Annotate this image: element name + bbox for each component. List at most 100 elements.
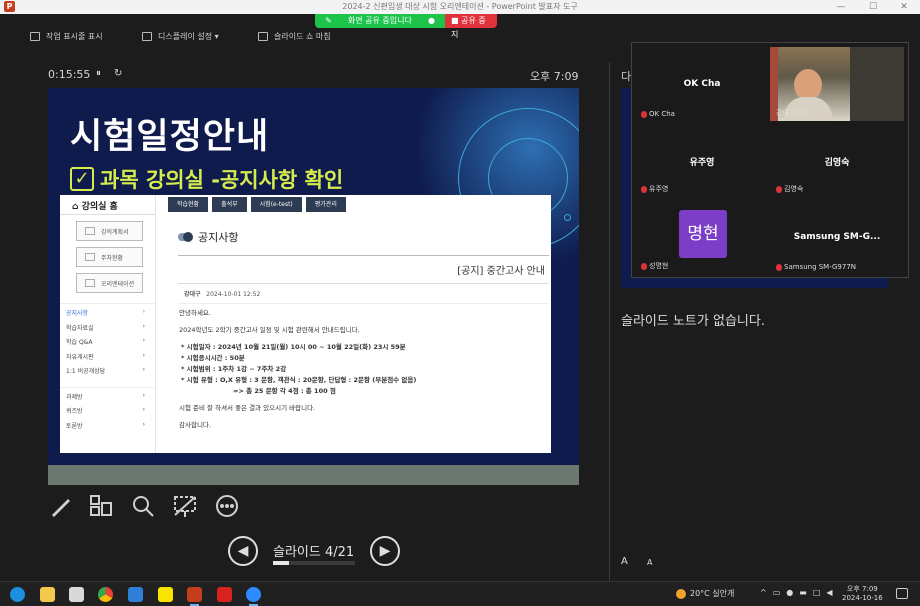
lms-menu-item: 자유게시판 › [60, 348, 155, 363]
participant-tile-video[interactable]: 강대구교수 [770, 47, 904, 121]
mic-icon[interactable]: ● [786, 588, 793, 597]
muted-mic-icon [776, 185, 782, 193]
screen-share-banner: ✎ 화면 공유 중입니다 ● ■ 공유 중지 [315, 14, 497, 39]
participant-tile[interactable]: 김영숙 김영숙 [770, 123, 904, 197]
participant-label-text: 강대구교수 [776, 109, 809, 117]
volume-icon[interactable]: ◀ [826, 588, 832, 597]
participant-tile[interactable]: 명현 성명현 [635, 200, 769, 274]
end-show-icon [258, 31, 268, 41]
lms-post-body: 안녕하세요. 2024학년도 2학기 중간고사 일정 및 시험 관련해서 안내드… [178, 304, 549, 431]
lms-menu-label: 자유게시판 [66, 353, 94, 361]
participant-avatar: 명현 [679, 210, 727, 258]
post-line: * 시험 유형 : O,X 유형 : 3 문항, 객관식 : 20문항, 단답형… [181, 376, 417, 384]
post-line: 안녕하세요. [179, 309, 211, 317]
acrobat-icon[interactable] [217, 587, 232, 602]
window-title: 2024-2 신편입생 대상 시험 오리엔테이션 - PowerPoint 발표… [342, 2, 578, 11]
powerpoint-taskbar-icon[interactable] [187, 587, 202, 606]
slide-subtitle-text: 과목 강의실 -공지사항 확인 [100, 168, 344, 192]
pane-divider[interactable] [609, 62, 610, 582]
stop-share-button[interactable]: ■ 공유 중지 [445, 14, 497, 39]
participant-label-text: 김영숙 [784, 185, 804, 193]
kakaotalk-icon[interactable] [158, 587, 173, 602]
post-line: 시험 준비 잘 하셔서 좋은 결과 있으시기 바랍니다. [179, 404, 316, 412]
video-icon [85, 279, 95, 287]
font-decrease-button[interactable]: A [647, 558, 652, 567]
lms-menu-item: 학습 Q&A › [60, 333, 155, 348]
minimize-button[interactable]: — [826, 0, 856, 14]
slides-grid-icon[interactable] [88, 493, 114, 519]
mail-icon[interactable] [128, 587, 143, 602]
checkbox-icon: ✓ [70, 167, 94, 191]
participant-name: 김영숙 [824, 158, 850, 168]
lms-btn-label: 오리엔테이션 [101, 280, 135, 288]
display-settings-button[interactable]: 디스플레이 설정 ▾ [142, 29, 219, 43]
end-slideshow-button[interactable]: 슬라이드 쇼 마침 [258, 29, 331, 43]
share-status-text: 화면 공유 중입니다 [347, 16, 412, 25]
powerpoint-icon: P [4, 1, 15, 12]
maximize-button[interactable]: ☐ [858, 0, 888, 14]
taskbar-date: 2024-10-16 [842, 594, 883, 602]
lms-notice-heading: 공지사항 [178, 229, 238, 245]
lms-tab: 학습현황 [168, 197, 209, 212]
muted-mic-icon [641, 262, 647, 270]
lms-menu-item: 토론방 › [60, 417, 155, 432]
weather-widget[interactable]: 20°C 실안개 [676, 588, 734, 599]
ime-icon[interactable]: □ [813, 588, 821, 597]
chevron-right-icon: › [142, 420, 145, 428]
network-icon[interactable]: ▭ [773, 588, 781, 597]
current-slide[interactable]: 시험일정안내 ✓ 과목 강의실 -공지사항 확인 ⌂ 강의실 홈 강의계획서 주… [48, 88, 579, 485]
next-slide-button[interactable]: ▶ [370, 536, 400, 566]
stop-share-label: 공유 중지 [451, 16, 486, 39]
battery-icon[interactable]: ▬ [799, 588, 807, 597]
taskbar-toggle-button[interactable]: 작업 표시줄 표시 [30, 29, 103, 43]
end-slideshow-label: 슬라이드 쇼 마침 [274, 31, 331, 41]
participant-name: Samsung SM-G... [793, 232, 881, 242]
share-icon: ✎ [325, 16, 332, 25]
participant-label: OK Cha [641, 110, 675, 118]
muted-mic-icon [776, 263, 782, 271]
restart-timer-button[interactable]: ↻ [114, 68, 122, 79]
presenter-view-window: P 2024-2 신편입생 대상 시험 오리엔테이션 - PowerPoint … [0, 0, 920, 606]
black-screen-icon[interactable] [172, 493, 198, 519]
lms-menu-label: 공지사항 [66, 310, 89, 317]
taskbar-icon [30, 31, 40, 41]
participant-tile[interactable]: 유주영 유주영 [635, 123, 769, 197]
display-icon [142, 31, 152, 41]
lms-post-date: 2024-10-01 12:52 [206, 291, 261, 298]
font-increase-button[interactable]: A [621, 556, 628, 567]
zoom-taskbar-icon[interactable] [246, 587, 261, 606]
edge-icon[interactable] [10, 587, 25, 602]
chrome-icon[interactable] [98, 587, 113, 602]
lms-post-author: 강대구 [184, 291, 201, 298]
participant-tile[interactable]: Samsung SM-G... Samsung SM-G977N [770, 200, 904, 274]
post-line: * 시험일자 : 2024년 10월 21일(월) 10시 00 ~ 10월 2… [181, 343, 406, 351]
lms-post: [공지] 중간고사 안내 강대구 2024-10-01 12:52 안녕하세요.… [178, 255, 549, 451]
pen-icon[interactable] [48, 493, 74, 519]
participant-label: Samsung SM-G977N [776, 263, 856, 271]
windows-taskbar: 20°C 실안개 ^ ▭ ● ▬ □ ◀ 오후 7:09 2024-10-16 [0, 581, 920, 606]
taskbar-clock[interactable]: 오후 7:09 2024-10-16 [842, 585, 883, 603]
participant-tile[interactable]: OK Cha OK Cha [635, 47, 769, 121]
pause-timer-button[interactable]: ⏸ [96, 68, 101, 79]
system-tray[interactable]: ^ ▭ ● ▬ □ ◀ [760, 588, 833, 597]
more-options-icon[interactable] [214, 493, 240, 519]
store-icon[interactable] [69, 587, 84, 602]
muted-mic-icon [641, 185, 647, 193]
speaker-notes: 슬라이드 노트가 없습니다. [621, 314, 765, 329]
lms-menu-label: 과제방 [66, 393, 83, 401]
prev-slide-button[interactable]: ◀ [228, 536, 258, 566]
participant-label: 유주영 [641, 184, 668, 194]
lms-menu-label: 학습 Q&A [66, 339, 93, 346]
tray-overflow-icon[interactable]: ^ [760, 588, 767, 597]
taskbar-toggle-label: 작업 표시줄 표시 [46, 31, 103, 41]
file-explorer-icon[interactable] [40, 587, 55, 602]
notification-icon[interactable] [896, 588, 908, 599]
elapsed-timer: 0:15:55 [48, 68, 91, 81]
zoom-icon[interactable] [130, 493, 156, 519]
calendar-icon [85, 253, 95, 261]
lms-tab: 출석부 [212, 197, 247, 212]
lms-tabs: 학습현황 출석부 시험(e-test) 평가관리 [168, 197, 346, 212]
close-button[interactable]: ✕ [889, 0, 919, 14]
zoom-gallery[interactable]: OK Cha OK Cha 강대구교수 유주영 유주영 김영숙 김영숙 명현 성… [631, 42, 909, 278]
share-status[interactable]: ✎ 화면 공유 중입니다 ● [315, 14, 445, 28]
